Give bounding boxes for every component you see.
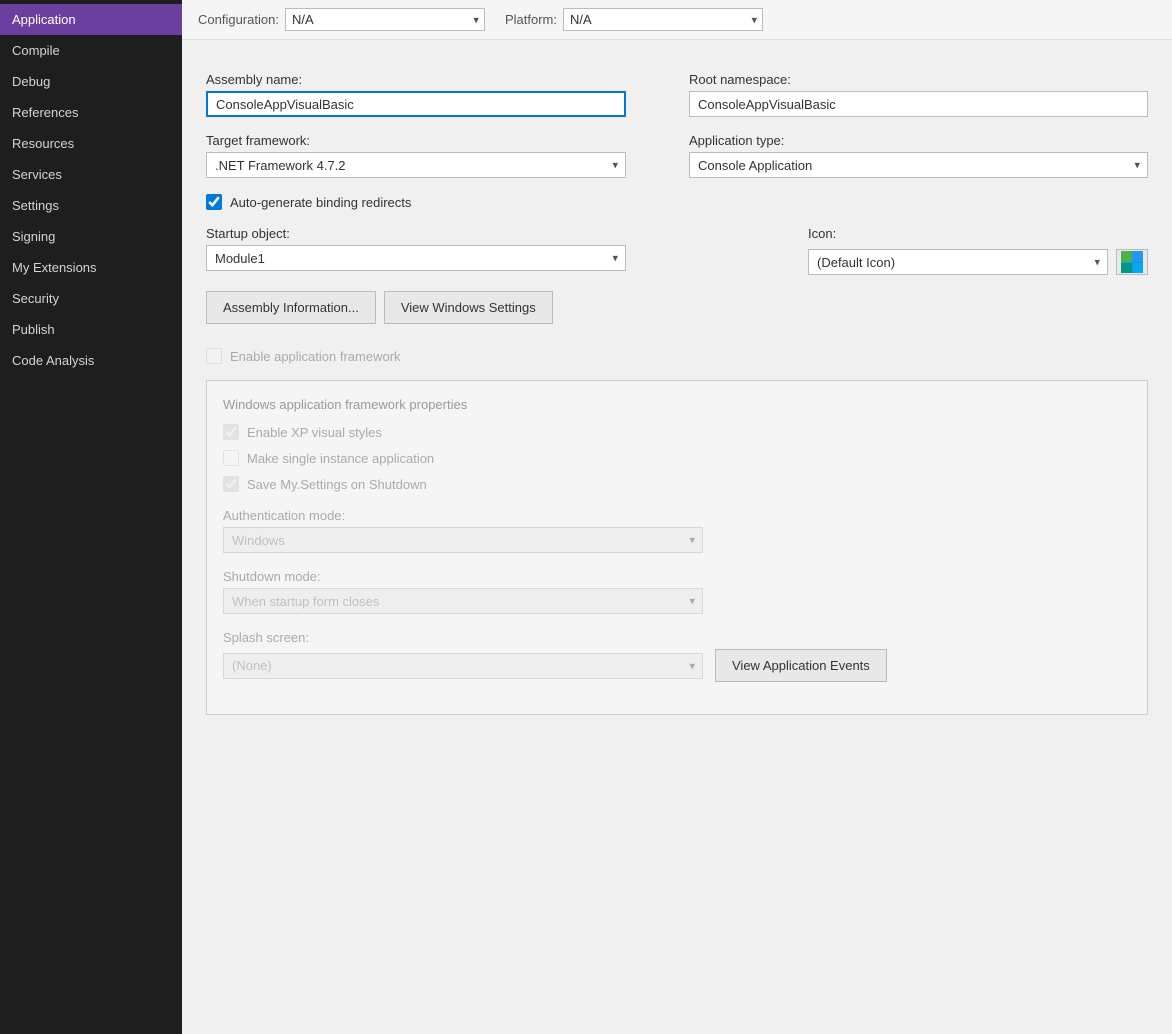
sidebar-item-label: Services xyxy=(12,167,62,182)
framework-properties-box: Windows application framework properties… xyxy=(206,380,1148,715)
root-namespace-input[interactable] xyxy=(689,91,1148,117)
content-area: Assembly name: Root namespace: Target fr… xyxy=(182,40,1172,1034)
sidebar-item-publish[interactable]: Publish xyxy=(0,314,182,345)
shutdown-mode-row: Shutdown mode: When startup form closes xyxy=(223,569,1131,614)
sidebar-item-label: Settings xyxy=(12,198,59,213)
sidebar-item-label: Application xyxy=(12,12,76,27)
sidebar-item-label: Code Analysis xyxy=(12,353,94,368)
application-type-select[interactable]: Console Application xyxy=(689,152,1148,178)
assembly-information-button[interactable]: Assembly Information... xyxy=(206,291,376,324)
configuration-label: Configuration: xyxy=(198,12,279,27)
application-type-group: Application type: Console Application xyxy=(689,133,1148,178)
platform-select-wrapper: N/A xyxy=(563,8,763,31)
platform-select[interactable]: N/A xyxy=(563,8,763,31)
xp-styles-row: Enable XP visual styles xyxy=(223,424,1131,440)
splash-screen-controls: (None) View Application Events xyxy=(223,649,1131,682)
configuration-select[interactable]: N/A xyxy=(285,8,485,31)
button-row: Assembly Information... View Windows Set… xyxy=(206,291,1148,324)
root-namespace-group: Root namespace: xyxy=(689,72,1148,117)
sidebar-item-settings[interactable]: Settings xyxy=(0,190,182,221)
shutdown-mode-label: Shutdown mode: xyxy=(223,569,1131,584)
framework-type-row: Target framework: .NET Framework 4.7.2 A… xyxy=(206,133,1148,178)
sidebar-item-security[interactable]: Security xyxy=(0,283,182,314)
sidebar-item-label: Resources xyxy=(12,136,74,151)
enable-framework-checkbox[interactable] xyxy=(206,348,222,364)
assembly-name-group: Assembly name: xyxy=(206,72,665,117)
single-instance-checkbox[interactable] xyxy=(223,450,239,466)
icon-group: Icon: (Default Icon) xyxy=(808,226,1148,275)
target-framework-select[interactable]: .NET Framework 4.7.2 xyxy=(206,152,626,178)
auth-mode-label: Authentication mode: xyxy=(223,508,1131,523)
assembly-name-input[interactable] xyxy=(206,91,626,117)
sidebar-item-code-analysis[interactable]: Code Analysis xyxy=(0,345,182,376)
startup-object-select-wrapper: Module1 xyxy=(206,245,626,271)
xp-styles-checkbox[interactable] xyxy=(223,424,239,440)
save-settings-checkbox[interactable] xyxy=(223,476,239,492)
single-instance-row: Make single instance application xyxy=(223,450,1131,466)
configuration-group: Configuration: N/A xyxy=(198,8,485,31)
sidebar-item-signing[interactable]: Signing xyxy=(0,221,182,252)
auth-mode-row: Authentication mode: Windows xyxy=(223,508,1131,553)
single-instance-label: Make single instance application xyxy=(247,451,434,466)
target-framework-select-wrapper: .NET Framework 4.7.2 xyxy=(206,152,626,178)
sidebar-item-compile[interactable]: Compile xyxy=(0,35,182,66)
icon-select-wrapper: (Default Icon) xyxy=(808,249,1108,275)
splash-screen-row: Splash screen: (None) View Application E… xyxy=(223,630,1131,682)
platform-label: Platform: xyxy=(505,12,557,27)
icon-select[interactable]: (Default Icon) xyxy=(808,249,1108,275)
xp-styles-label: Enable XP visual styles xyxy=(247,425,382,440)
splash-screen-select-wrapper: (None) xyxy=(223,653,703,679)
save-settings-row: Save My.Settings on Shutdown xyxy=(223,476,1131,492)
top-bar: Configuration: N/A Platform: N/A xyxy=(182,0,1172,40)
view-windows-settings-button[interactable]: View Windows Settings xyxy=(384,291,553,324)
enable-framework-label: Enable application framework xyxy=(230,349,401,364)
sidebar-item-my-extensions[interactable]: My Extensions xyxy=(0,252,182,283)
view-application-events-button[interactable]: View Application Events xyxy=(715,649,887,682)
sidebar-item-label: Publish xyxy=(12,322,55,337)
icon-label: Icon: xyxy=(808,226,1148,241)
auto-generate-row: Auto-generate binding redirects xyxy=(206,194,1148,210)
splash-screen-select: (None) xyxy=(223,653,703,679)
icon-select-row: (Default Icon) xyxy=(808,249,1148,275)
sidebar-item-label: My Extensions xyxy=(12,260,97,275)
icon-preview-image xyxy=(1121,251,1143,273)
save-settings-label: Save My.Settings on Shutdown xyxy=(247,477,427,492)
main-panel: Configuration: N/A Platform: N/A Assembl… xyxy=(182,0,1172,1034)
startup-object-label: Startup object: xyxy=(206,226,792,241)
auth-mode-select-wrapper: Windows xyxy=(223,527,703,553)
application-type-select-wrapper: Console Application xyxy=(689,152,1148,178)
root-namespace-label: Root namespace: xyxy=(689,72,1148,87)
auth-mode-select: Windows xyxy=(223,527,703,553)
startup-icon-row: Startup object: Module1 Icon: (Default I… xyxy=(206,226,1148,275)
sidebar-item-label: Compile xyxy=(12,43,60,58)
framework-properties-title: Windows application framework properties xyxy=(223,397,1131,412)
splash-screen-label: Splash screen: xyxy=(223,630,1131,645)
platform-group: Platform: N/A xyxy=(505,8,763,31)
auto-generate-checkbox[interactable] xyxy=(206,194,222,210)
sidebar-item-label: Signing xyxy=(12,229,55,244)
icon-preview-button[interactable] xyxy=(1116,249,1148,275)
enable-framework-row: Enable application framework xyxy=(206,348,1148,364)
startup-group: Startup object: Module1 xyxy=(206,226,792,271)
sidebar-item-label: Debug xyxy=(12,74,50,89)
sidebar-item-debug[interactable]: Debug xyxy=(0,66,182,97)
startup-object-select[interactable]: Module1 xyxy=(206,245,626,271)
sidebar-item-application[interactable]: Application xyxy=(0,4,182,35)
assembly-name-label: Assembly name: xyxy=(206,72,665,87)
sidebar-item-services[interactable]: Services xyxy=(0,159,182,190)
assembly-namespace-row: Assembly name: Root namespace: xyxy=(206,72,1148,117)
sidebar-item-label: References xyxy=(12,105,78,120)
sidebar: Application Compile Debug References Res… xyxy=(0,0,182,1034)
target-framework-label: Target framework: xyxy=(206,133,665,148)
configuration-select-wrapper: N/A xyxy=(285,8,485,31)
target-framework-group: Target framework: .NET Framework 4.7.2 xyxy=(206,133,665,178)
sidebar-item-references[interactable]: References xyxy=(0,97,182,128)
application-type-label: Application type: xyxy=(689,133,1148,148)
auto-generate-label: Auto-generate binding redirects xyxy=(230,195,411,210)
sidebar-item-resources[interactable]: Resources xyxy=(0,128,182,159)
shutdown-mode-select: When startup form closes xyxy=(223,588,703,614)
sidebar-item-label: Security xyxy=(12,291,59,306)
shutdown-mode-select-wrapper: When startup form closes xyxy=(223,588,703,614)
